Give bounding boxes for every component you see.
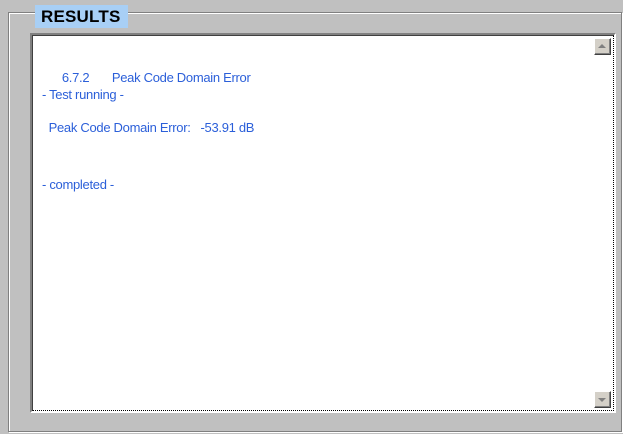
log-line-status-running: - Test running - xyxy=(42,87,124,102)
arrow-down-icon xyxy=(598,398,606,402)
scroll-up-button[interactable] xyxy=(594,38,611,55)
test-number: 6.7.2 xyxy=(61,70,90,85)
log-line-test-id: 6.7.2 Peak Code Domain Error xyxy=(42,54,251,85)
test-title: Peak Code Domain Error xyxy=(111,70,251,85)
results-group-title: RESULTS xyxy=(35,5,129,28)
vertical-scrollbar[interactable] xyxy=(594,38,611,408)
results-text-area[interactable]: 6.7.2 Peak Code Domain Error - Test runni… xyxy=(30,33,616,413)
scroll-down-button[interactable] xyxy=(594,391,611,408)
log-line-status-completed: - completed - xyxy=(42,177,114,192)
arrow-up-icon xyxy=(598,44,606,48)
log-line-result: Peak Code Domain Error: -53.91 dB xyxy=(42,120,255,135)
